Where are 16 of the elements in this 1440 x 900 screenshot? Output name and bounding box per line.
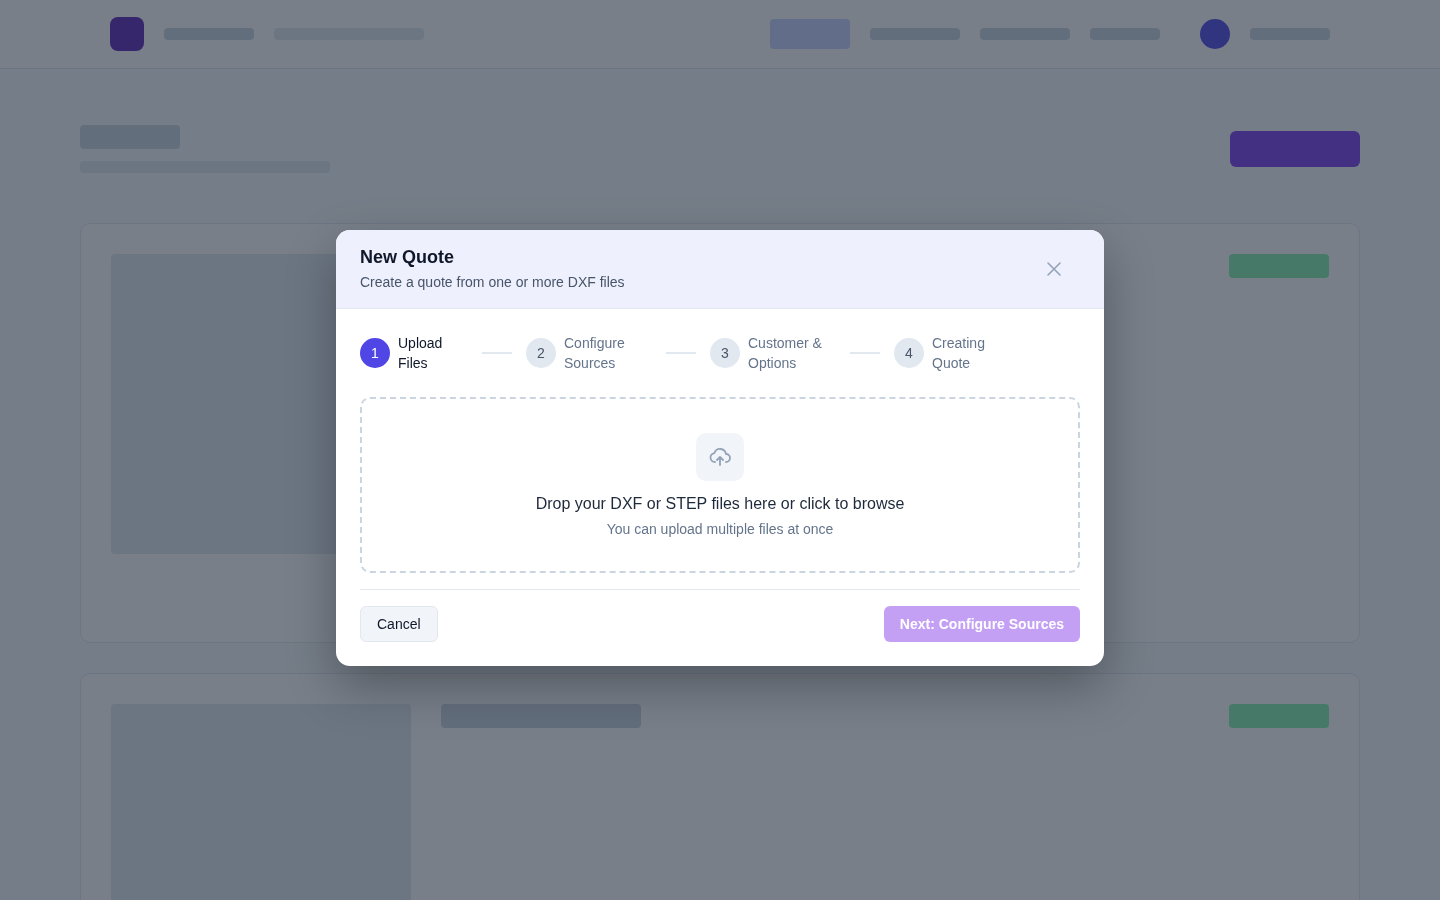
step-number: 3 [710, 338, 740, 368]
cloud-upload-icon [696, 433, 744, 481]
dialog-title: New Quote [360, 247, 455, 268]
dropzone-hint: You can upload multiple files at once [606, 521, 834, 537]
dialog-subtitle: Create a quote from one or more DXF files [360, 274, 625, 290]
step-label: Creating Quote [932, 334, 986, 373]
step-label: Configure Sources [564, 334, 626, 373]
step-label: Upload Files [398, 334, 444, 373]
close-icon[interactable] [1046, 260, 1062, 277]
file-dropzone[interactable]: Drop your DXF or STEP files here or click to browse You can upload multiple files at once [360, 397, 1080, 573]
step-label: Customer & Options [748, 334, 823, 373]
step-number: 4 [894, 338, 924, 368]
step-number: 1 [360, 338, 390, 368]
cancel-button[interactable]: Cancel [360, 606, 438, 642]
dropzone-title: Drop your DXF or STEP files here or click to browse [535, 495, 905, 513]
step-number: 2 [526, 338, 556, 368]
